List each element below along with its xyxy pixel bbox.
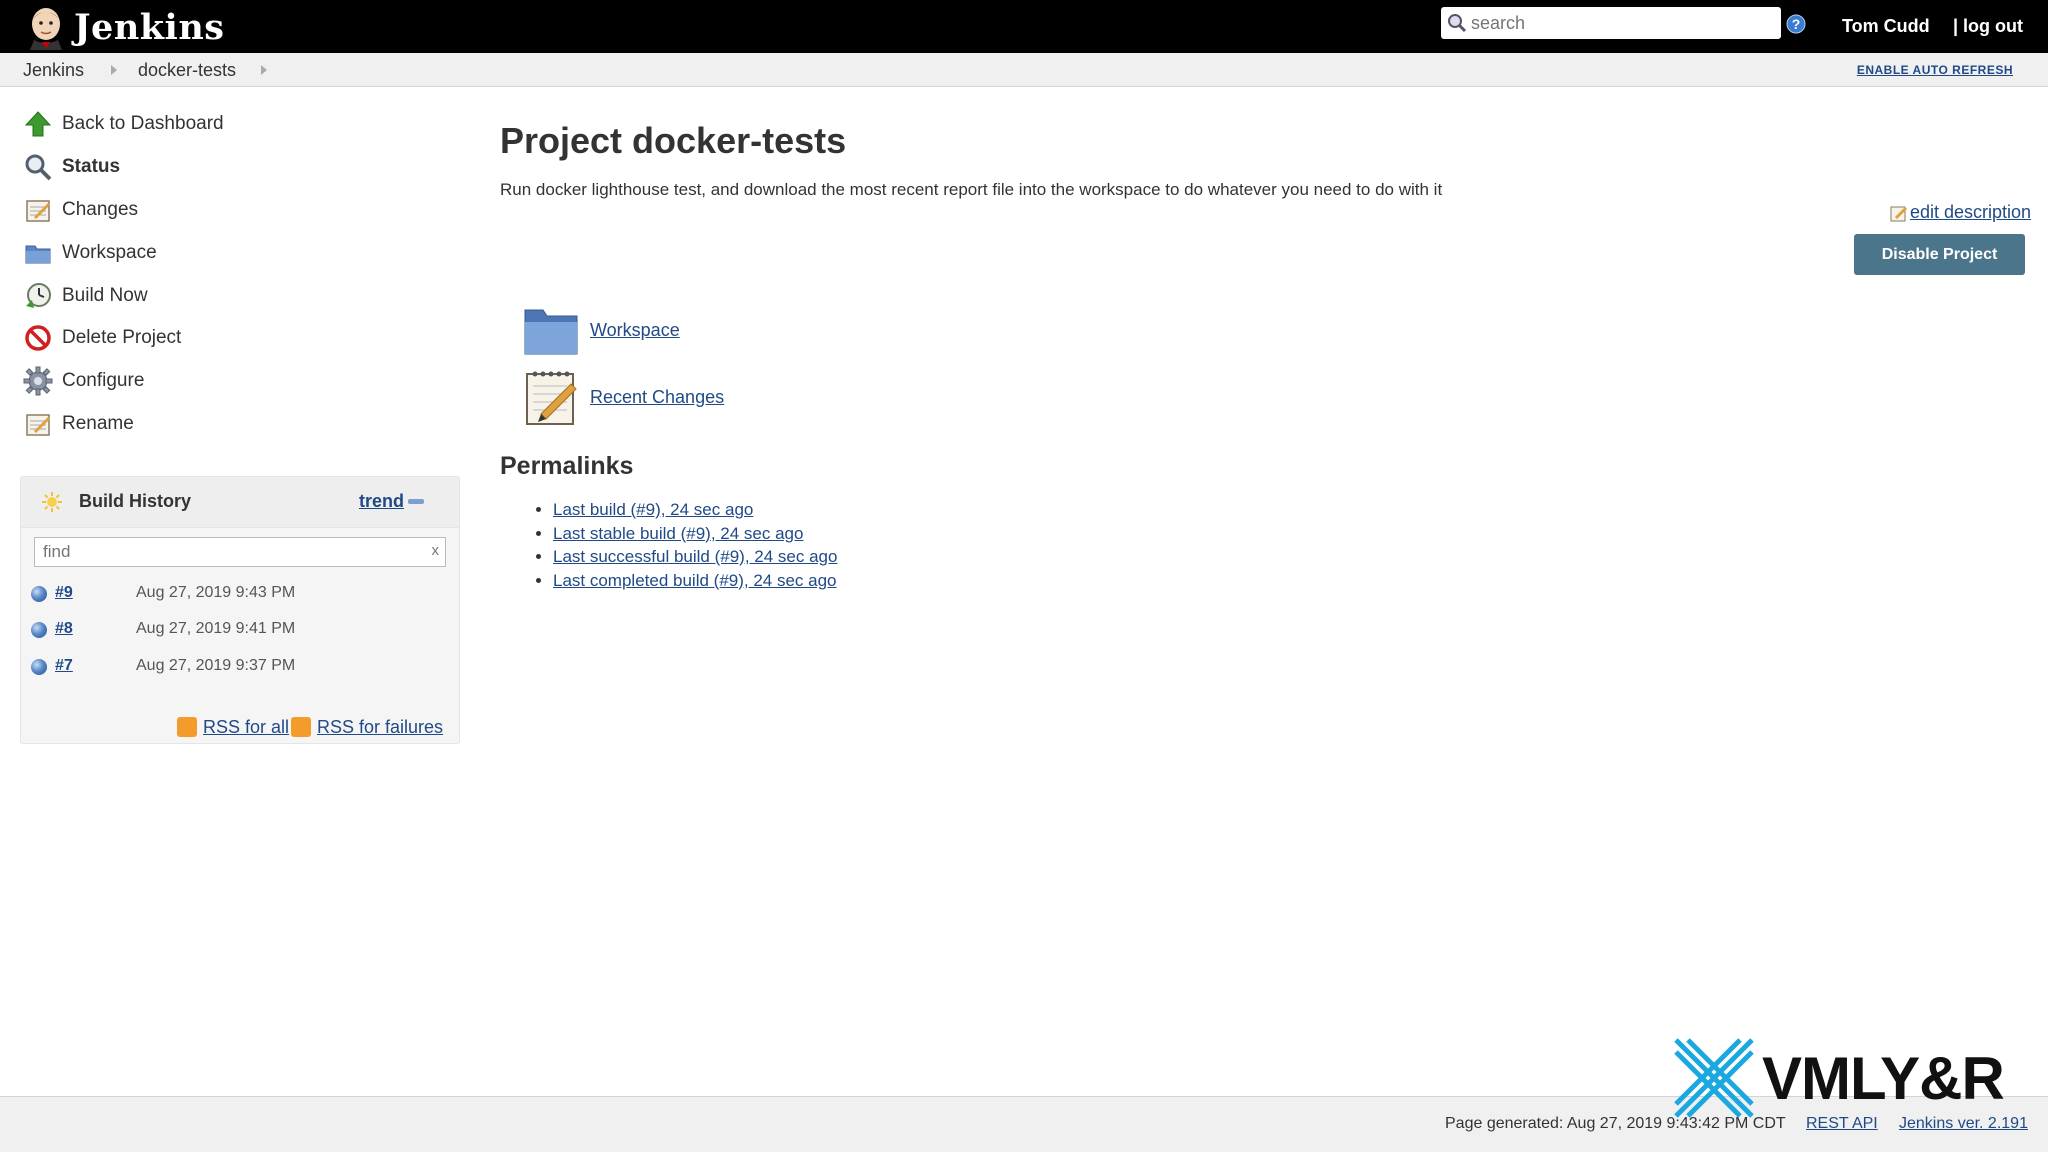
last-stable-build-link[interactable]: Last stable build (#9), 24 sec ago <box>553 524 803 543</box>
sun-icon <box>42 492 62 512</box>
task-label: Rename <box>62 413 134 434</box>
task-label: Status <box>62 156 121 177</box>
build-history-title: Build History <box>79 491 192 511</box>
folder-icon[interactable] <box>522 301 580 359</box>
rss-icon[interactable] <box>291 717 311 737</box>
task-status[interactable]: Status <box>22 151 120 183</box>
top-header: Jenkins ? Tom Cudd | log out <box>0 0 2048 53</box>
breadcrumb-arrow-icon[interactable] <box>261 65 267 75</box>
build-date[interactable]: Aug 27, 2019 9:37 PM <box>136 657 295 675</box>
project-description: Run docker lighthouse test, and download… <box>500 180 1443 199</box>
workspace-link-row[interactable]: Workspace <box>522 301 680 359</box>
task-label: Build Now <box>62 285 148 306</box>
build-row: #9 Aug 27, 2019 9:43 PM <box>21 576 459 612</box>
task-build-now[interactable]: Build Now <box>22 280 148 312</box>
recent-changes-link[interactable]: Recent Changes <box>590 387 724 408</box>
list-item: Last successful build (#9), 24 sec ago <box>553 547 837 571</box>
edit-description-link[interactable]: edit description <box>1890 202 2031 223</box>
jenkins-butler-icon <box>30 8 62 50</box>
permalinks-title: Permalinks <box>500 452 634 480</box>
rss-all-link[interactable]: RSS for all <box>203 717 289 738</box>
task-label: Configure <box>62 370 145 391</box>
gear-icon <box>22 365 54 397</box>
breadcrumb-docker-tests[interactable]: docker-tests <box>138 60 236 81</box>
breadcrumb-jenkins[interactable]: Jenkins <box>23 60 84 81</box>
help-icon[interactable]: ? <box>1786 14 1806 34</box>
task-workspace[interactable]: Workspace <box>22 237 157 269</box>
logo-text: Jenkins <box>74 6 225 48</box>
build-history-footer: RSS for all RSS for failures <box>21 701 459 743</box>
build-status-ball-icon[interactable] <box>31 622 47 638</box>
task-label: Back to Dashboard <box>62 113 224 134</box>
edit-description-label: edit description <box>1910 202 2032 222</box>
svg-text:?: ? <box>1792 16 1801 32</box>
trend-link[interactable]: trend <box>359 491 404 512</box>
rss-failures-link[interactable]: RSS for failures <box>317 717 443 738</box>
vmlyr-watermark: VMLY&R <box>1672 1036 2005 1120</box>
task-configure[interactable]: Configure <box>22 365 144 397</box>
build-status-ball-icon[interactable] <box>31 659 47 675</box>
last-successful-build-link[interactable]: Last successful build (#9), 24 sec ago <box>553 547 837 566</box>
notepad-icon <box>22 408 54 440</box>
list-item: Last stable build (#9), 24 sec ago <box>553 524 837 548</box>
no-entry-icon <box>22 322 54 354</box>
logout-link[interactable]: | log out <box>1953 16 2023 37</box>
workspace-link[interactable]: Workspace <box>590 320 680 341</box>
permalinks-list: Last build (#9), 24 sec ago Last stable … <box>530 500 837 594</box>
build-date[interactable]: Aug 27, 2019 9:41 PM <box>136 620 295 638</box>
recent-changes-link-row[interactable]: Recent Changes <box>522 368 724 426</box>
up-arrow-icon <box>22 108 54 140</box>
clear-find-button[interactable]: x <box>432 542 440 559</box>
build-find-box[interactable]: x <box>34 537 446 567</box>
page-title: Project docker-tests <box>500 120 847 161</box>
breadcrumb: Jenkins docker-tests ENABLE AUTO REFRESH <box>0 53 2048 87</box>
folder-icon <box>22 237 54 269</box>
task-label: Workspace <box>62 242 157 263</box>
last-build-link[interactable]: Last build (#9), 24 sec ago <box>553 500 753 519</box>
vmlyr-x-logo-icon <box>1674 1038 1754 1118</box>
jenkins-logo[interactable]: Jenkins <box>24 4 224 50</box>
list-item: Last completed build (#9), 24 sec ago <box>553 571 837 595</box>
build-status-ball-icon[interactable] <box>31 586 47 602</box>
build-date[interactable]: Aug 27, 2019 9:43 PM <box>136 584 295 602</box>
build-history-widget: Build History trend x #9 Aug 27, 2019 9:… <box>20 476 460 744</box>
disable-project-button[interactable]: Disable Project <box>1854 234 2025 275</box>
edit-icon <box>1890 206 1907 221</box>
build-number-link[interactable]: #7 <box>55 657 73 675</box>
vmlyr-text: VMLY&R <box>1762 1044 2005 1112</box>
rss-icon[interactable] <box>177 717 197 737</box>
breadcrumb-arrow-icon[interactable] <box>111 65 117 75</box>
build-find-input[interactable] <box>35 538 415 566</box>
build-history-header: Build History trend <box>21 477 459 528</box>
task-label: Delete Project <box>62 327 182 348</box>
search-icon <box>22 151 54 183</box>
build-row: #7 Aug 27, 2019 9:37 PM <box>21 649 459 685</box>
search-box[interactable] <box>1441 7 1781 39</box>
task-back-to-dashboard[interactable]: Back to Dashboard <box>22 108 224 140</box>
build-number-link[interactable]: #8 <box>55 620 73 638</box>
user-name-link[interactable]: Tom Cudd <box>1842 16 1930 37</box>
enable-auto-refresh-link[interactable]: ENABLE AUTO REFRESH <box>1857 63 2013 77</box>
clock-icon <box>22 280 54 312</box>
task-rename[interactable]: Rename <box>22 408 134 440</box>
task-label: Changes <box>62 199 139 220</box>
task-changes[interactable]: Changes <box>22 194 138 226</box>
list-item: Last build (#9), 24 sec ago <box>553 500 837 524</box>
notepad-icon[interactable] <box>522 368 580 426</box>
last-completed-build-link[interactable]: Last completed build (#9), 24 sec ago <box>553 571 837 590</box>
collapse-icon[interactable] <box>408 499 424 504</box>
build-number-link[interactable]: #9 <box>55 584 73 602</box>
notepad-icon <box>22 194 54 226</box>
search-input[interactable] <box>1467 8 1773 38</box>
build-row: #8 Aug 27, 2019 9:41 PM <box>21 612 459 648</box>
search-icon <box>1448 14 1467 33</box>
task-delete-project[interactable]: Delete Project <box>22 322 181 354</box>
